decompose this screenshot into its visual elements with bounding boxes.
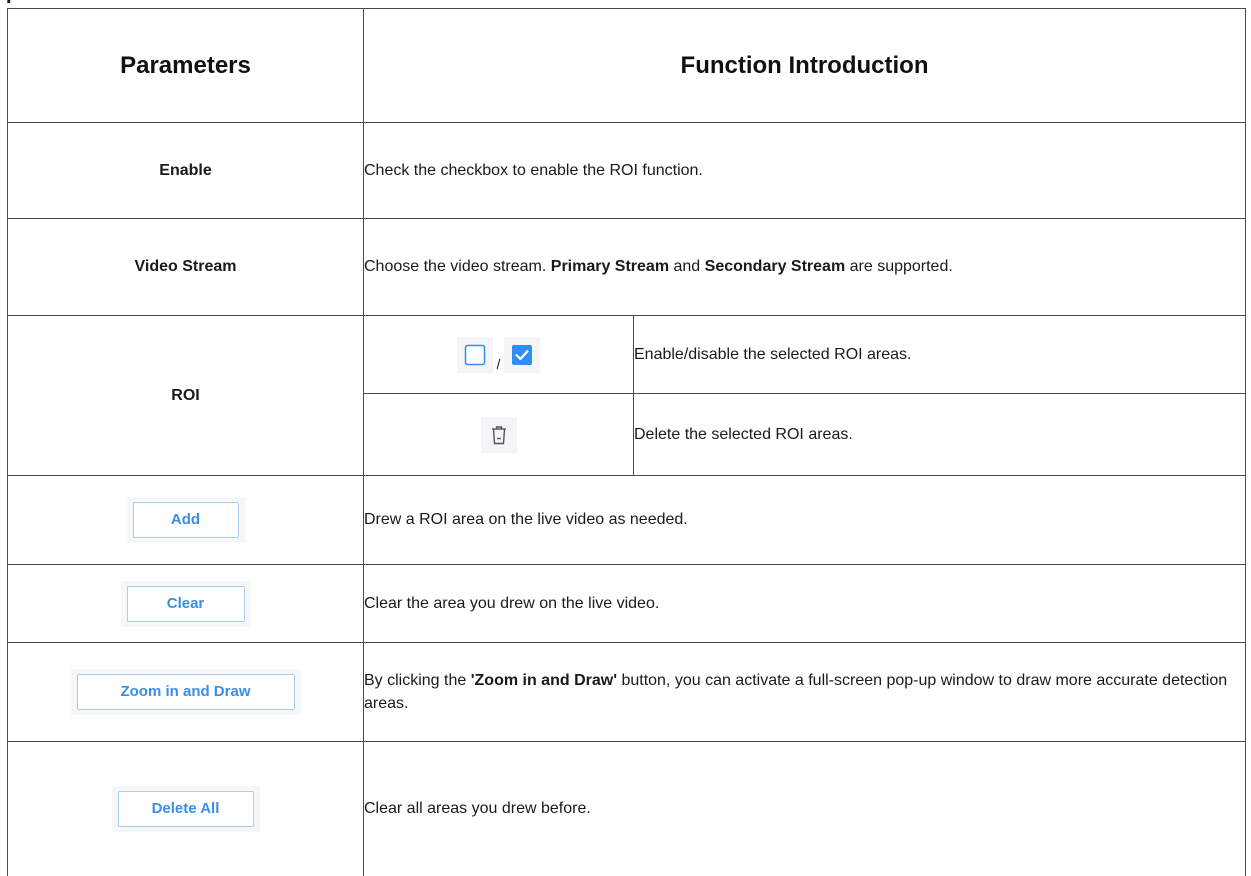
table-row-video-stream: Video Stream Choose the video stream. Pr… — [7, 218, 1247, 316]
desc-roi-checkbox: Enable/disable the selected ROI areas. — [632, 315, 1247, 394]
slash-separator: / — [496, 355, 501, 372]
table-row-roi-checkbox: ROI / Enable/disable the selected ROI ar… — [7, 315, 1247, 476]
roi-checkbox-icons: / — [363, 315, 634, 394]
clear-button[interactable]: Clear — [126, 585, 245, 622]
desc-zoom-pre: By clicking the — [364, 671, 471, 689]
table-row-enable: Enable Check the checkbox to enable the … — [7, 122, 1247, 219]
add-button-wrap: Add — [126, 497, 245, 543]
parameters-table: Parameters Function Introduction Enable … — [7, 8, 1247, 876]
desc-enable: Check the checkbox to enable the ROI fun… — [362, 122, 1247, 219]
desc-video-stream-mid: and — [669, 258, 705, 276]
param-video-stream: Video Stream — [7, 218, 364, 316]
param-add: Add — [7, 475, 364, 565]
table-row-delete-all: Delete All Clear all areas you drew befo… — [7, 741, 1247, 876]
header-function-introduction: Function Introduction — [362, 8, 1247, 123]
desc-zoom-bold: 'Zoom in and Draw' — [470, 671, 617, 689]
desc-video-stream-pre: Choose the video stream. — [364, 258, 551, 276]
desc-zoom: By clicking the 'Zoom in and Draw' butto… — [362, 642, 1247, 742]
desc-secondary-stream: Secondary Stream — [704, 258, 846, 276]
table-row-add: Add Drew a ROI area on the live video as… — [7, 475, 1247, 565]
desc-clear: Clear the area you drew on the live vide… — [362, 564, 1247, 643]
desc-delete-all: Clear all areas you drew before. — [362, 741, 1247, 876]
param-clear: Clear — [7, 564, 364, 643]
add-button[interactable]: Add — [132, 502, 239, 538]
param-zoom: Zoom in and Draw — [7, 642, 364, 742]
table-header-row: Parameters Function Introduction — [7, 8, 1247, 123]
header-parameters: Parameters — [7, 8, 364, 123]
param-delete-all: Delete All — [7, 741, 364, 876]
delete-all-button[interactable]: Delete All — [117, 790, 254, 827]
desc-video-stream: Choose the video stream. Primary Stream … — [362, 218, 1247, 316]
table-row-clear: Clear Clear the area you drew on the liv… — [7, 564, 1247, 643]
zoom-button-wrap: Zoom in and Draw — [70, 669, 301, 715]
desc-add: Drew a ROI area on the live video as nee… — [362, 475, 1247, 565]
delete-all-button-wrap: Delete All — [111, 785, 260, 832]
desc-roi-delete: Delete the selected ROI areas. — [632, 393, 1247, 476]
clear-button-wrap: Clear — [120, 580, 251, 627]
roi-delete-icon-cell — [363, 393, 634, 476]
param-enable: Enable — [7, 122, 364, 219]
trash-icon[interactable] — [480, 416, 517, 453]
desc-video-stream-post: are supported. — [845, 258, 953, 276]
table-row-zoom: Zoom in and Draw By clicking the 'Zoom i… — [7, 642, 1247, 742]
checkbox-unchecked-icon[interactable] — [456, 336, 493, 373]
checkbox-checked-icon[interactable] — [504, 336, 541, 373]
zoom-in-and-draw-button[interactable]: Zoom in and Draw — [76, 674, 295, 710]
desc-primary-stream: Primary Stream — [550, 258, 670, 276]
param-roi: ROI — [7, 315, 364, 476]
